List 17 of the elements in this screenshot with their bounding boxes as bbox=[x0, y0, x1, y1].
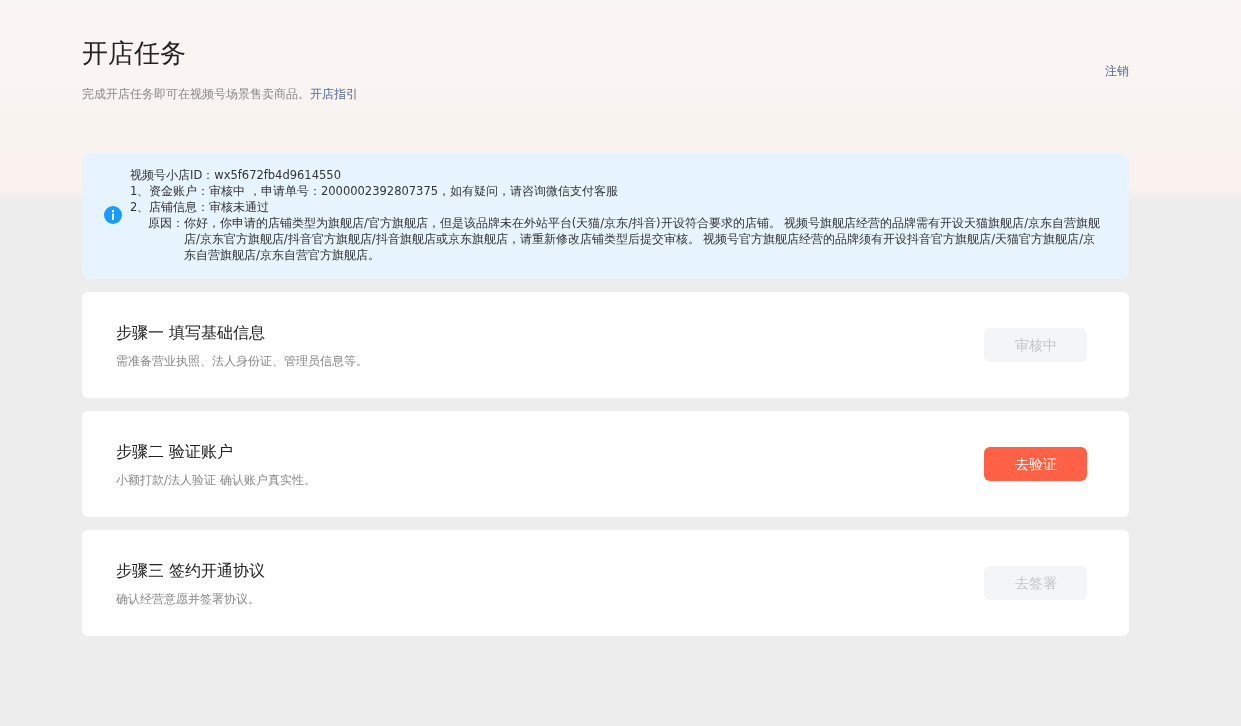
step-title: 步骤三 签约开通协议 bbox=[116, 559, 266, 582]
info-icon bbox=[104, 206, 122, 225]
step-description: 需准备营业执照、法人身份证、管理员信息等。 bbox=[116, 352, 368, 370]
page-title: 开店任务 bbox=[82, 38, 187, 70]
step-button[interactable]: 去验证 bbox=[984, 447, 1087, 482]
notice-line: 视频号小店ID：wx5f672fb4d9614550 bbox=[130, 167, 342, 184]
step-description: 小额打款/法人验证 确认账户真实性。 bbox=[116, 471, 316, 489]
logout-link[interactable]: 注销 bbox=[1105, 62, 1129, 80]
reason-label: 原因： bbox=[148, 215, 184, 233]
step-title: 步骤二 验证账户 bbox=[116, 440, 235, 463]
reason-text: 你好，你申请的店铺类型为旗舰店/官方旗舰店，但是该品牌未在外站平台(天猫/京东/抖音)开设符合要求的店铺。 视频号旗舰店经营的品牌需有开设天猫旗舰店/京东自营旗舰店/京东官方旗舰店/抖音官方旗舰店/抖音旗舰店或京东旗舰店，请重新修改店铺类型后提交审核。 视频号官方旗舰店经营的品牌须有开设抖音官方旗舰店/天猫官方旗舰店/京东自营旗舰店/京东自营官方旗舰店。 bbox=[184, 215, 1101, 264]
notice-line: 2、店铺信息：审核未通过 bbox=[130, 199, 271, 216]
guide-link[interactable]: 开店指引 bbox=[310, 85, 358, 104]
page-subtitle: 完成开店任务即可在视频号场景售卖商品。 bbox=[82, 86, 310, 104]
notice-line: 1、资金账户：审核中 ，申请单号：2000002392807375，如有疑问，请咨询微信支付客服 bbox=[130, 183, 620, 200]
step-description: 确认经营意愿并签署协议。 bbox=[116, 590, 261, 608]
step-title: 步骤一 填写基础信息 bbox=[116, 321, 267, 344]
